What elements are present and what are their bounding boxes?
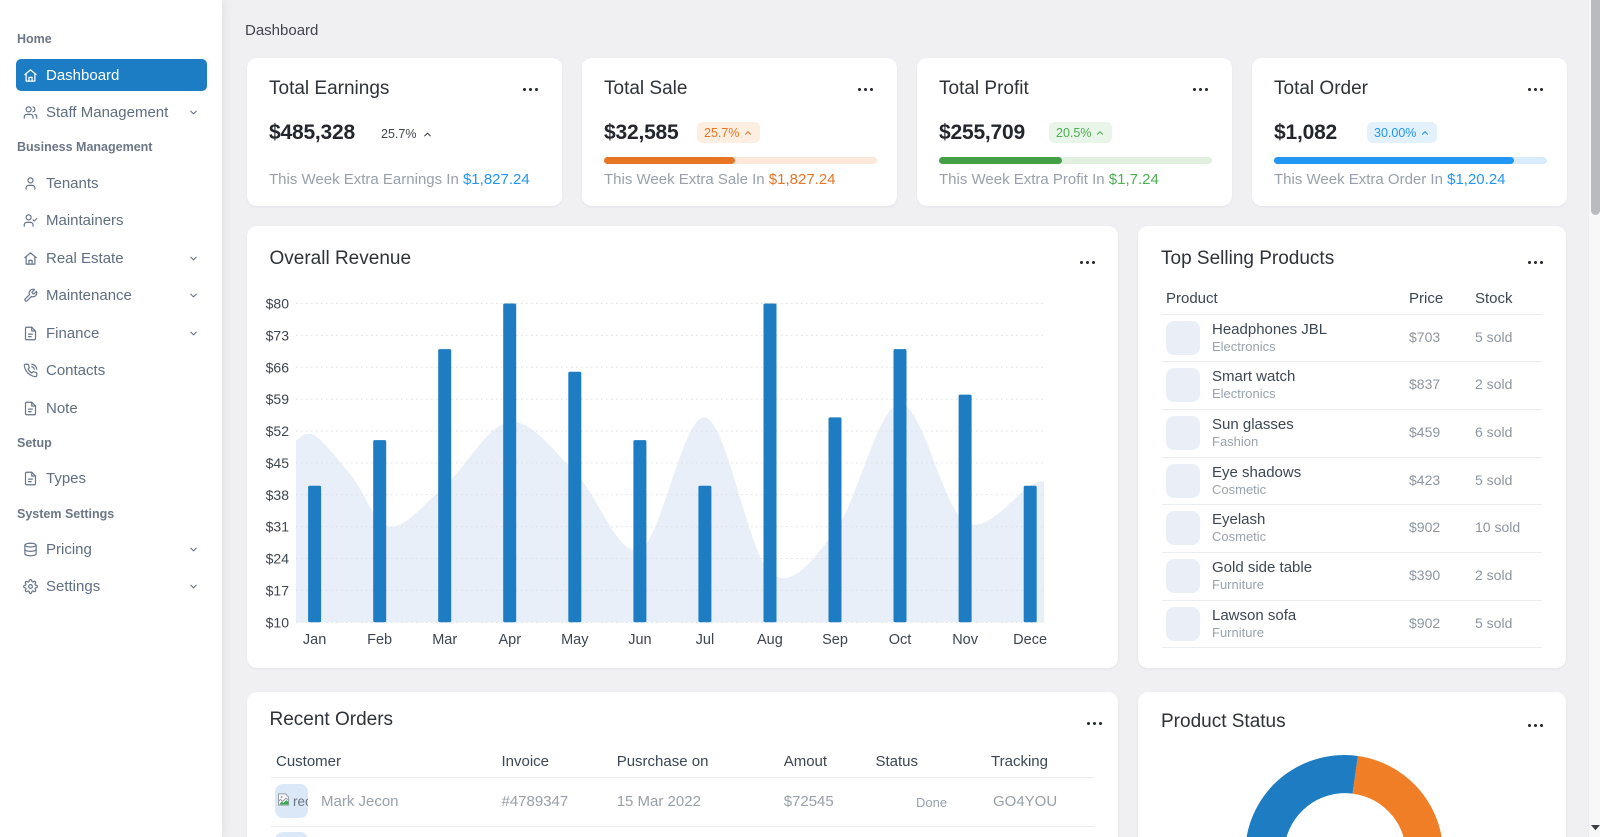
svg-text:$45: $45 [266,455,290,471]
svg-text:Mar: Mar [432,632,457,648]
svg-text:$66: $66 [266,359,290,375]
svg-text:$17: $17 [266,582,290,598]
svg-text:Jan: Jan [303,632,326,648]
svg-text:Nov: Nov [952,632,979,648]
svg-text:$73: $73 [266,327,290,343]
svg-text:Sep: Sep [822,632,848,648]
svg-text:$52: $52 [266,423,290,439]
svg-text:Jul: Jul [696,632,715,648]
svg-text:Jun: Jun [628,632,651,648]
svg-text:Dece: Dece [1013,632,1047,648]
svg-text:May: May [561,632,589,648]
svg-text:Feb: Feb [367,632,392,648]
svg-text:$59: $59 [266,391,290,407]
svg-text:$31: $31 [266,519,290,535]
svg-text:$24: $24 [266,551,290,567]
svg-text:Aug: Aug [757,632,783,648]
svg-text:$10: $10 [266,614,290,630]
svg-text:Oct: Oct [889,632,912,648]
svg-text:Apr: Apr [499,632,522,648]
svg-text:$38: $38 [266,487,290,503]
svg-text:$80: $80 [266,296,290,312]
